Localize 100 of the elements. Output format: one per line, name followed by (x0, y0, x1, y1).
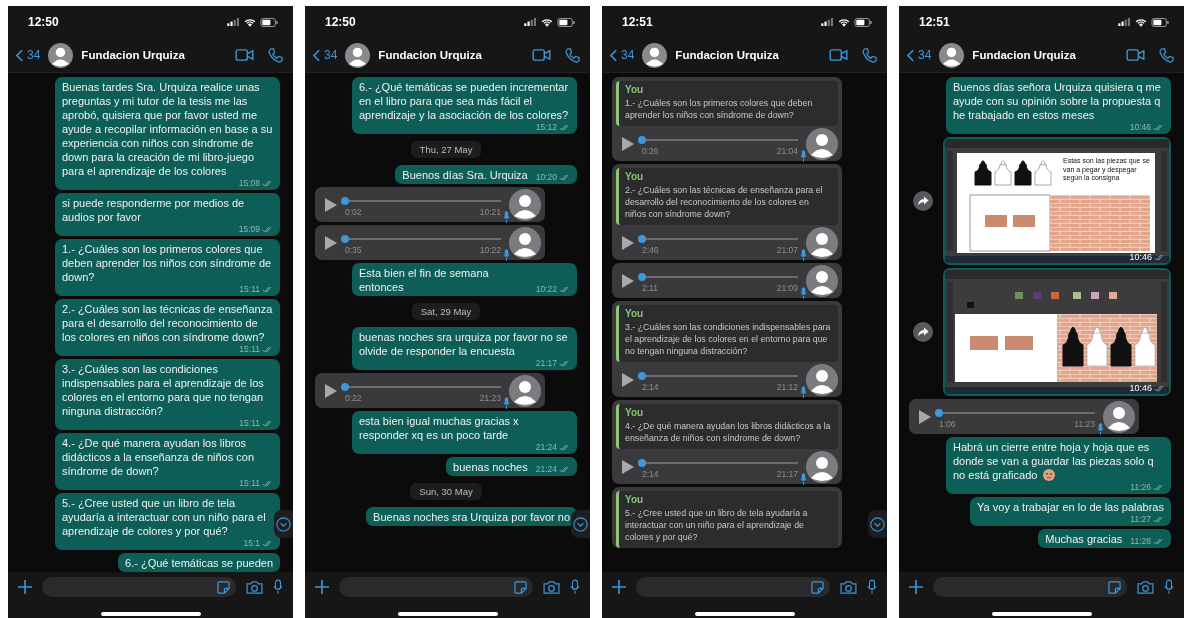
message-bubble[interactable]: si puede responderme por medios de audios por favor 15:09 (55, 193, 280, 236)
voice-message-bubble[interactable]: 0:22 21:23 (315, 373, 545, 408)
voice-message-bubble[interactable]: 0:35 10:22 (315, 225, 545, 260)
back-button[interactable]: 34 (313, 48, 338, 62)
back-button[interactable]: 34 (610, 48, 635, 62)
camera-icon[interactable] (246, 580, 263, 594)
video-call-icon[interactable] (532, 49, 551, 61)
camera-icon[interactable] (840, 580, 857, 594)
back-button[interactable]: 34 (16, 48, 41, 62)
quoted-message[interactable]: You 3.- ¿Cuáles son las condiciones indispensables para el aprendizaje de los colores en el entorno para que no tengan ninguna distracción? (616, 305, 838, 362)
voice-message-bubble[interactable]: 1:06 11:23 (909, 399, 1139, 434)
microphone-icon[interactable] (273, 579, 283, 595)
slider-thumb[interactable] (935, 408, 943, 417)
forward-icon[interactable] (913, 191, 933, 211)
contact-name[interactable]: Fundacion Urquiza (81, 49, 221, 61)
phone-icon[interactable] (565, 47, 580, 63)
plus-icon[interactable] (909, 580, 923, 594)
avatar-icon[interactable] (48, 42, 74, 68)
play-icon[interactable] (622, 136, 634, 151)
message-bubble[interactable]: 5.- ¿Cree usted que un libro de tela ayudaría a interactuar con un niño para el aprendizaje de colores y por qué? 15:1 (55, 493, 280, 550)
video-call-icon[interactable] (829, 49, 848, 61)
scroll-down-button[interactable] (571, 510, 590, 538)
message-text: Muchas gracias (1045, 533, 1123, 545)
voice-reply-bubble[interactable]: You 1.- ¿Cuáles son los primeros colores que deben aprender los niños con síndrome de down? 0:26 21:04 (612, 77, 842, 161)
slider-thumb[interactable] (341, 382, 349, 391)
voice-message-bubble[interactable]: 0:02 10:21 (315, 187, 545, 222)
play-icon[interactable] (622, 273, 634, 288)
slider-thumb[interactable] (638, 234, 646, 243)
sticker-icon[interactable] (514, 580, 527, 594)
avatar-icon[interactable] (939, 42, 965, 68)
message-bubble[interactable]: Buenos días señora Urquiza quisiera q me ayude con su opinión sobre la propuesta q he trabajado en estos meses 10:46 (946, 77, 1171, 134)
play-icon[interactable] (325, 197, 337, 212)
camera-icon[interactable] (1137, 580, 1154, 594)
slider-thumb[interactable] (638, 371, 646, 380)
video-call-icon[interactable] (235, 49, 254, 61)
message-bubble[interactable]: Buenos días Sra. Urquiza 10:20 (395, 165, 577, 184)
play-icon[interactable] (622, 459, 634, 474)
play-icon[interactable] (622, 372, 634, 387)
microphone-icon[interactable] (1164, 579, 1174, 595)
plus-icon[interactable] (315, 580, 329, 594)
video-call-icon[interactable] (1126, 49, 1145, 61)
microphone-icon[interactable] (867, 579, 877, 595)
slider-thumb[interactable] (638, 272, 646, 281)
quoted-message[interactable]: You 4.- ¿De qué manera ayudan los libros didácticos a la enseñanza de niños con síndrome de down? (616, 404, 838, 449)
microphone-icon[interactable] (570, 579, 580, 595)
camera-icon[interactable] (543, 580, 560, 594)
message-bubble[interactable]: 6.- ¿Qué temáticas se pueden (118, 553, 280, 572)
quote-text: 4.- ¿De qué manera ayudan los libros didácticos a la enseñanza de niños con síndrome de down? (625, 420, 832, 444)
message-input-field[interactable] (339, 577, 533, 597)
plus-icon[interactable] (18, 580, 32, 594)
message-bubble[interactable]: 3.- ¿Cuáles son las condiciones indispensables para el aprendizaje de los colores en el entorno para que no tengan ninguna distracción? 15:11 (55, 359, 280, 430)
message-bubble[interactable]: 6.- ¿Qué temáticas se pueden incrementar en el libro para que sea más fácil el aprendizaje y la asociación de los colores? 15:12 (352, 77, 577, 134)
message-bubble[interactable]: Muchas gracias 11:28 (1038, 529, 1171, 548)
message-bubble[interactable]: 1.- ¿Cuáles son los primeros colores que deben aprender los niños con síndrome de down? 15:11 (55, 239, 280, 296)
slider-thumb[interactable] (341, 234, 349, 243)
play-icon[interactable] (325, 383, 337, 398)
scroll-down-button[interactable] (274, 510, 293, 538)
message-time: 21:04 (776, 145, 798, 156)
voice-reply-bubble[interactable]: You 4.- ¿De qué manera ayudan los libros didácticos a la enseñanza de niños con síndrome de down? 2:14 21:17 (612, 400, 842, 484)
message-input-field[interactable] (933, 577, 1127, 597)
avatar-icon[interactable] (642, 42, 668, 68)
contact-name[interactable]: Fundacion Urquiza (675, 49, 815, 61)
scroll-down-button[interactable] (868, 510, 887, 538)
sticker-icon[interactable] (811, 580, 824, 594)
microphone-icon (800, 248, 807, 261)
play-icon[interactable] (325, 235, 337, 250)
voice-reply-bubble[interactable]: You 2.- ¿Cuáles son las técnicas de enseñanza para el desarrollo del reconocimiento de los colores en niños con síndrome down? 2:46 21:07 (612, 164, 842, 260)
slider-thumb[interactable] (638, 135, 646, 144)
sticker-icon[interactable] (217, 580, 230, 594)
sticker-icon[interactable] (1108, 580, 1121, 594)
phone-icon[interactable] (268, 47, 283, 63)
phone-icon[interactable] (862, 47, 877, 63)
message-bubble[interactable]: esta bien igual muchas gracias x responder xq es un poco tarde 21:24 (352, 411, 577, 454)
message-bubble[interactable]: 2.- ¿Cuáles son las técnicas de enseñanza para el desarrollo del reconocimiento de los colores en niños con síndrome down? 15:11 (55, 299, 280, 356)
back-button[interactable]: 34 (907, 48, 932, 62)
slider-thumb[interactable] (341, 196, 349, 205)
message-bubble[interactable]: Esta bien el fin de semana entonces 10:22 (352, 263, 577, 296)
quoted-message[interactable]: You 1.- ¿Cuáles son los primeros colores que deben aprender los niños con síndrome de down? (616, 81, 838, 126)
message-bubble[interactable]: Ya voy a trabajar en lo de las palabras 11:27 (970, 497, 1171, 526)
play-icon[interactable] (919, 409, 931, 424)
avatar-icon[interactable] (345, 42, 371, 68)
forward-icon[interactable] (913, 322, 933, 342)
voice-reply-bubble[interactable]: You 3.- ¿Cuáles son las condiciones indispensables para el aprendizaje de los colores en el entorno para que no tengan ninguna distracción? 2:14 21:12 (612, 301, 842, 397)
message-bubble[interactable]: Buenas noches sra Urquiza por favor no (366, 507, 577, 526)
voice-message-bubble[interactable]: 2:11 21:09 (612, 263, 842, 298)
contact-name[interactable]: Fundacion Urquiza (378, 49, 518, 61)
message-bubble[interactable]: buenas noches 21:24 (446, 457, 577, 476)
message-input-field[interactable] (636, 577, 830, 597)
slider-thumb[interactable] (638, 458, 646, 467)
message-bubble[interactable] (55, 77, 280, 190)
plus-icon[interactable] (612, 580, 626, 594)
contact-name[interactable]: Fundacion Urquiza (972, 49, 1112, 61)
message-bubble[interactable]: buenas noches sra urquiza por favor no se olvide de responder la encuesta 21:17 (352, 327, 577, 370)
quoted-message[interactable]: You 2.- ¿Cuáles son las técnicas de enseñanza para el desarrollo del reconocimiento de los colores en niños con síndrome down? (616, 168, 838, 225)
message-input-field[interactable] (42, 577, 236, 597)
play-icon[interactable] (622, 235, 634, 250)
message-bubble[interactable]: 4.- ¿De qué manera ayudan los libros didácticos a la enseñanza de niños con síndrome de down? 15:11 (55, 433, 280, 490)
message-bubble[interactable]: Habrá un cierre entre hoja y hoja que es donde se van a guardar las piezas solo q no está graficado 11:26 (946, 437, 1171, 494)
phone-icon[interactable] (1159, 47, 1174, 63)
image-message[interactable]: 10:46 (943, 268, 1171, 396)
